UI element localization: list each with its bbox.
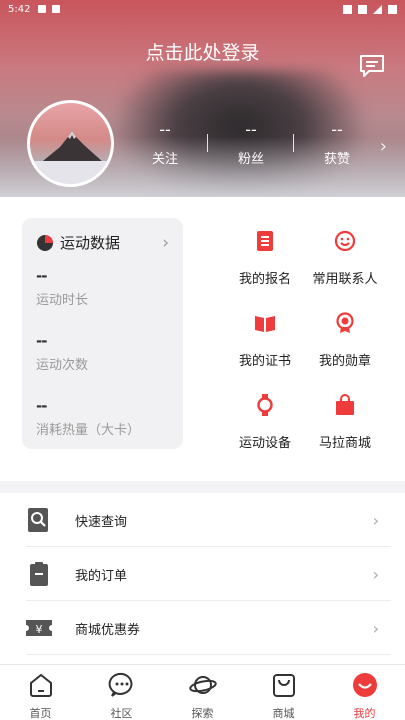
tab-label: 我的 xyxy=(353,707,376,720)
stat-label: 获赞 xyxy=(323,152,350,167)
status-time: 5:42 xyxy=(8,3,31,15)
vibrate-icon xyxy=(343,4,352,14)
menu-list: 快速查询 › 我的订单 › ¥ 商城优惠券 › xyxy=(0,493,405,655)
grid-item-certificate[interactable]: 我的证书 xyxy=(220,312,310,369)
stat-label: 关注 xyxy=(151,152,178,167)
profile-icon xyxy=(352,673,377,697)
metric-value: -- xyxy=(36,397,47,415)
login-prompt[interactable]: 点击此处登录 xyxy=(0,38,405,65)
metric-duration: -- 运动时长 xyxy=(36,267,169,308)
tab-community[interactable]: 社区 xyxy=(81,665,162,720)
grid-item-shop[interactable]: 马拉商城 xyxy=(300,394,390,451)
metric-calories: -- 消耗热量（大卡） xyxy=(36,397,169,438)
wifi-icon xyxy=(358,4,367,14)
certificate-icon xyxy=(255,316,275,332)
grid-item-medal[interactable]: 我的勋章 xyxy=(300,312,390,369)
grid-item-label: 我的报名 xyxy=(238,272,291,287)
profile-header: 5:42 点击此处登录 -- 关注 -- 粉丝 -- 获赞 › xyxy=(0,0,405,197)
svg-text:¥: ¥ xyxy=(36,623,43,636)
list-item-coupons[interactable]: ¥ 商城优惠券 › xyxy=(0,601,405,655)
stat-following[interactable]: -- 关注 xyxy=(122,120,208,170)
metric-label: 消耗热量（大卡） xyxy=(36,423,141,438)
chevron-right-icon: › xyxy=(372,510,379,530)
grid-item-devices[interactable]: 运动设备 xyxy=(220,394,310,451)
status-bar: 5:42 xyxy=(0,0,405,18)
coupon-icon: ¥ xyxy=(26,620,52,636)
shop-icon xyxy=(272,674,295,697)
list-item-label: 快速查询 xyxy=(75,514,128,530)
notification-icon xyxy=(38,5,47,13)
signal-icon xyxy=(373,4,382,14)
status-icons xyxy=(343,4,397,14)
stat-likes[interactable]: -- 获赞 xyxy=(294,120,380,170)
list-item-label: 商城优惠券 xyxy=(75,622,141,638)
tab-home[interactable]: 首页 xyxy=(0,665,81,720)
stat-label: 粉丝 xyxy=(237,152,264,167)
grid-item-label: 马拉商城 xyxy=(318,436,371,451)
stat-value: -- xyxy=(245,120,257,139)
chevron-right-icon: › xyxy=(162,232,169,253)
sport-data-header: 运动数据 › xyxy=(36,232,169,253)
tab-label: 首页 xyxy=(29,707,52,720)
tab-label: 商城 xyxy=(272,707,295,720)
planet-icon xyxy=(188,676,217,694)
message-icon[interactable] xyxy=(359,54,385,78)
home-icon xyxy=(29,673,52,697)
community-icon xyxy=(108,672,132,697)
chevron-right-icon: › xyxy=(372,564,379,584)
tab-label: 探索 xyxy=(191,707,214,720)
metric-label: 运动次数 xyxy=(36,358,89,373)
stat-followers[interactable]: -- 粉丝 xyxy=(208,120,294,170)
grid-item-contacts[interactable]: 常用联系人 xyxy=(300,230,390,287)
chevron-right-icon: › xyxy=(372,618,379,638)
tab-profile[interactable]: 我的 xyxy=(324,665,405,720)
metric-label: 运动时长 xyxy=(36,293,89,308)
metric-value: -- xyxy=(36,332,47,350)
shop-bag-icon xyxy=(336,394,354,415)
stat-value: -- xyxy=(159,120,171,139)
list-item-orders[interactable]: 我的订单 › xyxy=(0,547,405,601)
registration-icon xyxy=(257,231,273,251)
chevron-right-icon[interactable]: › xyxy=(380,136,387,157)
list-item-quick-search[interactable]: 快速查询 › xyxy=(0,493,405,547)
grid-item-label: 常用联系人 xyxy=(312,272,378,287)
tab-label: 社区 xyxy=(110,707,133,720)
profile-stats: -- 关注 -- 粉丝 -- 获赞 xyxy=(122,120,382,170)
order-icon xyxy=(30,562,48,586)
contacts-icon xyxy=(334,230,356,252)
tab-explore[interactable]: 探索 xyxy=(162,665,243,720)
metric-count: -- 运动次数 xyxy=(36,332,169,373)
list-item-label: 我的订单 xyxy=(75,568,128,584)
grid-item-registration[interactable]: 我的报名 xyxy=(220,230,310,287)
watch-icon xyxy=(257,394,273,416)
avatar-mountain-image xyxy=(30,131,111,184)
metric-value: -- xyxy=(36,267,47,285)
avatar[interactable] xyxy=(27,100,114,187)
pie-chart-icon xyxy=(37,234,53,251)
bottom-tab-bar: 首页 社区 探索 商城 我的 xyxy=(0,664,405,720)
notification-icon-2 xyxy=(52,5,61,13)
battery-icon xyxy=(388,4,397,14)
grid-item-label: 运动设备 xyxy=(238,436,291,451)
section-divider xyxy=(0,481,405,493)
sport-data-title: 运动数据 xyxy=(60,234,121,252)
grid-item-label: 我的证书 xyxy=(238,354,291,369)
medal-icon xyxy=(336,312,354,333)
quick-search-icon xyxy=(28,508,48,532)
grid-item-label: 我的勋章 xyxy=(318,354,371,369)
tab-shop[interactable]: 商城 xyxy=(243,665,324,720)
sport-data-card[interactable]: 运动数据 › -- 运动时长 -- 运动次数 -- 消耗热量（大卡） xyxy=(22,218,183,449)
stat-value: -- xyxy=(331,120,343,139)
